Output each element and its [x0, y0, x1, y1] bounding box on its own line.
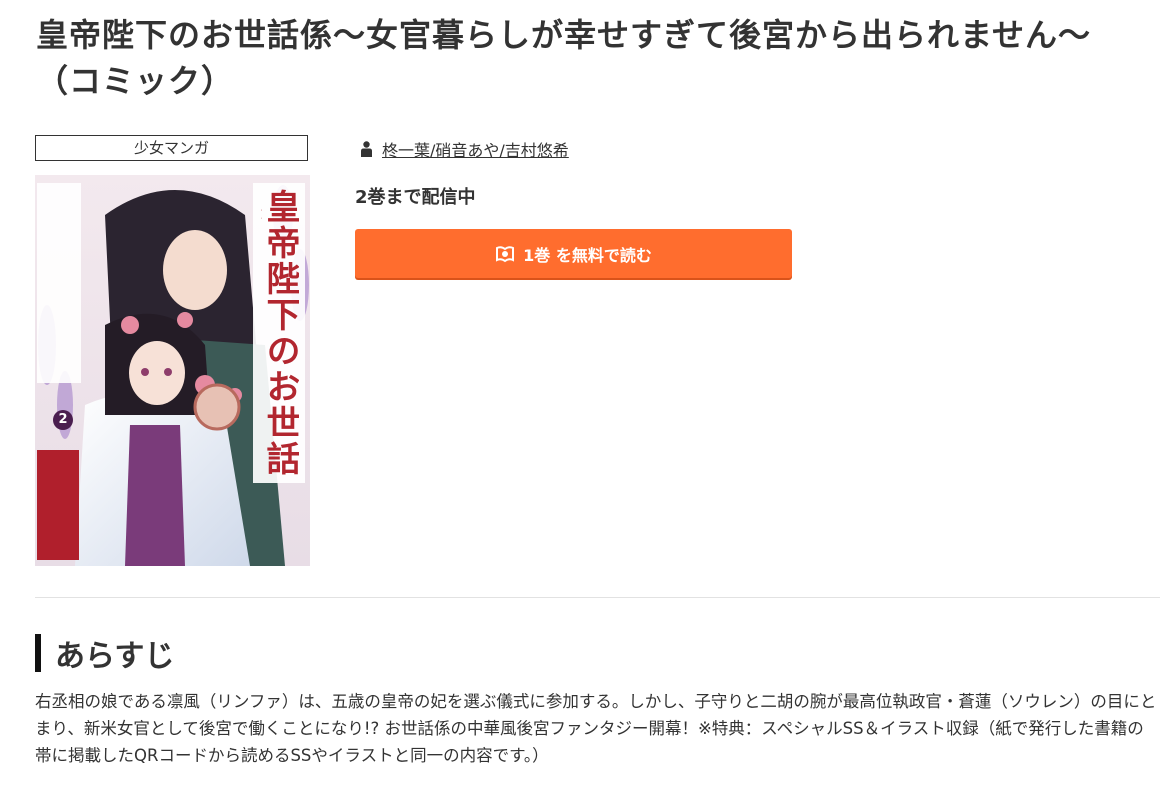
heading-bar — [35, 634, 41, 672]
cover-title: 皇帝陛下のお世話係 — [261, 189, 299, 477]
read-free-button[interactable]: 1巻 を無料で読む — [355, 229, 792, 278]
volume-badge: 2 — [58, 412, 68, 427]
author-link[interactable]: 柊一葉/硝音あや/吉村悠希 — [382, 137, 569, 161]
book-icon — [496, 245, 515, 262]
synopsis-text: 右丞相の娘である凛風（リンファ）は、五歳の皇帝の妃を選ぶ儀式に参加する。しかし、… — [35, 692, 1157, 765]
person-icon — [361, 141, 372, 157]
genre-tag[interactable]: 少女マンガ — [35, 135, 308, 161]
synopsis-heading: あらすじ — [35, 634, 175, 674]
volumes-available: 2巻まで配信中 — [355, 187, 476, 208]
divider — [35, 597, 1160, 598]
cover-image[interactable]: 皇帝陛下のお世話係 2 — [35, 175, 310, 566]
author-row: 柊一葉/硝音あや/吉村悠希 — [360, 137, 569, 161]
page-title: 皇帝陛下のお世話係〜女官暮らしが幸せすぎて後宮から出られません〜（コミック） — [36, 16, 1092, 100]
synopsis-title: あらすじ — [55, 639, 175, 674]
read-free-label: 1巻 を無料で読む — [523, 245, 652, 265]
